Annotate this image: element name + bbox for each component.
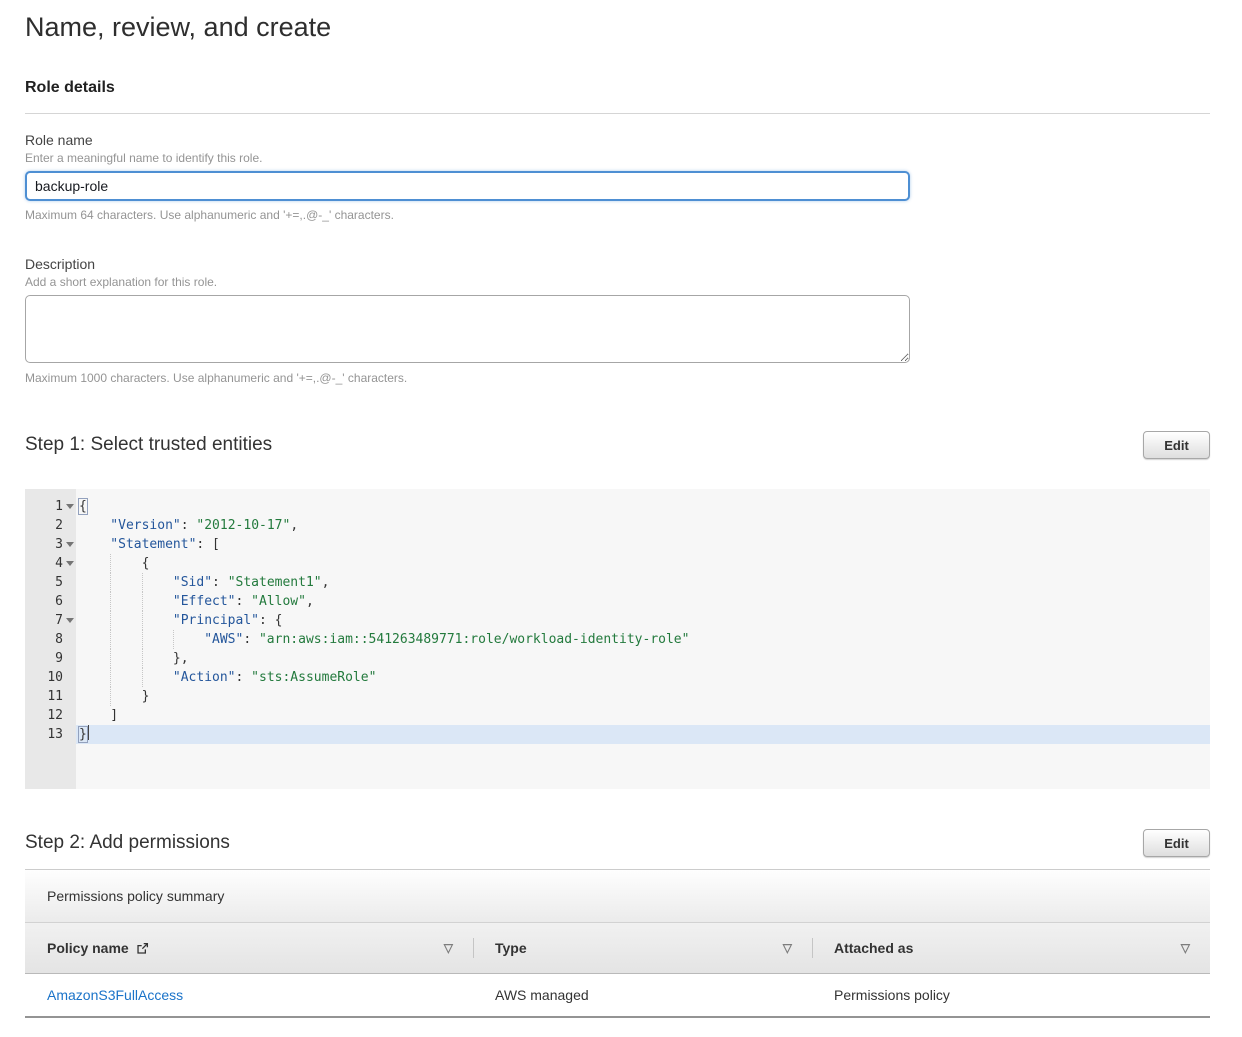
- role-name-help: Enter a meaningful name to identify this…: [25, 151, 1210, 165]
- code-line: {: [76, 554, 1210, 573]
- page-title: Name, review, and create: [25, 0, 1210, 43]
- step2-edit-button[interactable]: Edit: [1143, 829, 1210, 857]
- table-header: Policy name ▽ Type ▽ Attached as ▽: [25, 922, 1210, 974]
- section-divider: [25, 113, 1210, 114]
- gutter-line: 2: [25, 516, 76, 535]
- gutter-line: 1: [25, 497, 76, 516]
- gutter-line: 4: [25, 554, 76, 573]
- policy-type-cell: AWS managed: [473, 987, 812, 1003]
- editor-gutter: 12345678910111213: [25, 489, 76, 789]
- step2-header: Step 2: Add permissions Edit: [25, 829, 1210, 857]
- fold-arrow-icon[interactable]: [66, 561, 74, 566]
- code-line: "Version": "2012-10-17",: [76, 516, 1210, 535]
- description-field: Description Add a short explanation for …: [25, 256, 1210, 385]
- step1-edit-button[interactable]: Edit: [1143, 431, 1210, 459]
- gutter-line: 8: [25, 630, 76, 649]
- code-line: }: [76, 687, 1210, 706]
- column-header-type[interactable]: Type ▽: [473, 923, 812, 973]
- text-cursor: [88, 725, 89, 740]
- code-line: },: [76, 649, 1210, 668]
- gutter-line: 3: [25, 535, 76, 554]
- column-label: Policy name: [47, 940, 129, 956]
- permissions-panel-title: Permissions policy summary: [25, 870, 1210, 922]
- editor-code[interactable]: {"Version": "2012-10-17","Statement": [{…: [76, 489, 1210, 789]
- code-line: "AWS": "arn:aws:iam::541263489771:role/w…: [76, 630, 1210, 649]
- code-line: "Action": "sts:AssumeRole": [76, 668, 1210, 687]
- role-name-label: Role name: [25, 132, 1210, 148]
- policy-name-link[interactable]: AmazonS3FullAccess: [47, 987, 183, 1003]
- code-line: "Statement": [: [76, 535, 1210, 554]
- gutter-line: 13: [25, 725, 76, 744]
- code-line: "Principal": {: [76, 611, 1210, 630]
- column-label: Type: [495, 940, 527, 956]
- filter-icon[interactable]: ▽: [1181, 941, 1190, 955]
- column-header-attached-as[interactable]: Attached as ▽: [812, 923, 1210, 973]
- description-help: Add a short explanation for this role.: [25, 275, 1210, 289]
- code-line: ]: [76, 706, 1210, 725]
- trust-policy-editor[interactable]: 12345678910111213 {"Version": "2012-10-1…: [25, 489, 1210, 789]
- gutter-line: 6: [25, 592, 76, 611]
- fold-arrow-icon[interactable]: [66, 504, 74, 509]
- description-label: Description: [25, 256, 1210, 272]
- role-name-field: Role name Enter a meaningful name to ide…: [25, 132, 1210, 222]
- role-details-heading: Role details: [25, 79, 1210, 97]
- attached-as-cell: Permissions policy: [812, 987, 1210, 1003]
- code-line: "Effect": "Allow",: [76, 592, 1210, 611]
- description-constraint: Maximum 1000 characters. Use alphanumeri…: [25, 371, 1210, 385]
- description-textarea[interactable]: [25, 295, 910, 363]
- fold-arrow-icon[interactable]: [66, 618, 74, 623]
- filter-icon[interactable]: ▽: [783, 941, 792, 955]
- column-label: Attached as: [834, 940, 913, 956]
- step2-heading: Step 2: Add permissions: [25, 832, 230, 854]
- gutter-line: 7: [25, 611, 76, 630]
- filter-icon[interactable]: ▽: [444, 941, 453, 955]
- gutter-line: 12: [25, 706, 76, 725]
- gutter-line: 9: [25, 649, 76, 668]
- permissions-panel: Permissions policy summary Policy name ▽…: [25, 869, 1210, 1018]
- code-line: "Sid": "Statement1",: [76, 573, 1210, 592]
- code-line: }: [76, 725, 1210, 744]
- step1-header: Step 1: Select trusted entities Edit: [25, 431, 1210, 459]
- role-name-input[interactable]: [25, 171, 910, 201]
- gutter-line: 10: [25, 668, 76, 687]
- table-row: AmazonS3FullAccess AWS managed Permissio…: [25, 974, 1210, 1018]
- external-link-icon: [136, 942, 149, 955]
- gutter-line: 11: [25, 687, 76, 706]
- policy-name-cell: AmazonS3FullAccess: [25, 987, 473, 1003]
- role-name-constraint: Maximum 64 characters. Use alphanumeric …: [25, 208, 1210, 222]
- fold-arrow-icon[interactable]: [66, 542, 74, 547]
- page: Name, review, and create Role details Ro…: [0, 0, 1242, 1018]
- step1-heading: Step 1: Select trusted entities: [25, 434, 272, 456]
- gutter-line: 5: [25, 573, 76, 592]
- code-line: {: [76, 497, 1210, 516]
- column-header-policy-name[interactable]: Policy name ▽: [25, 923, 473, 973]
